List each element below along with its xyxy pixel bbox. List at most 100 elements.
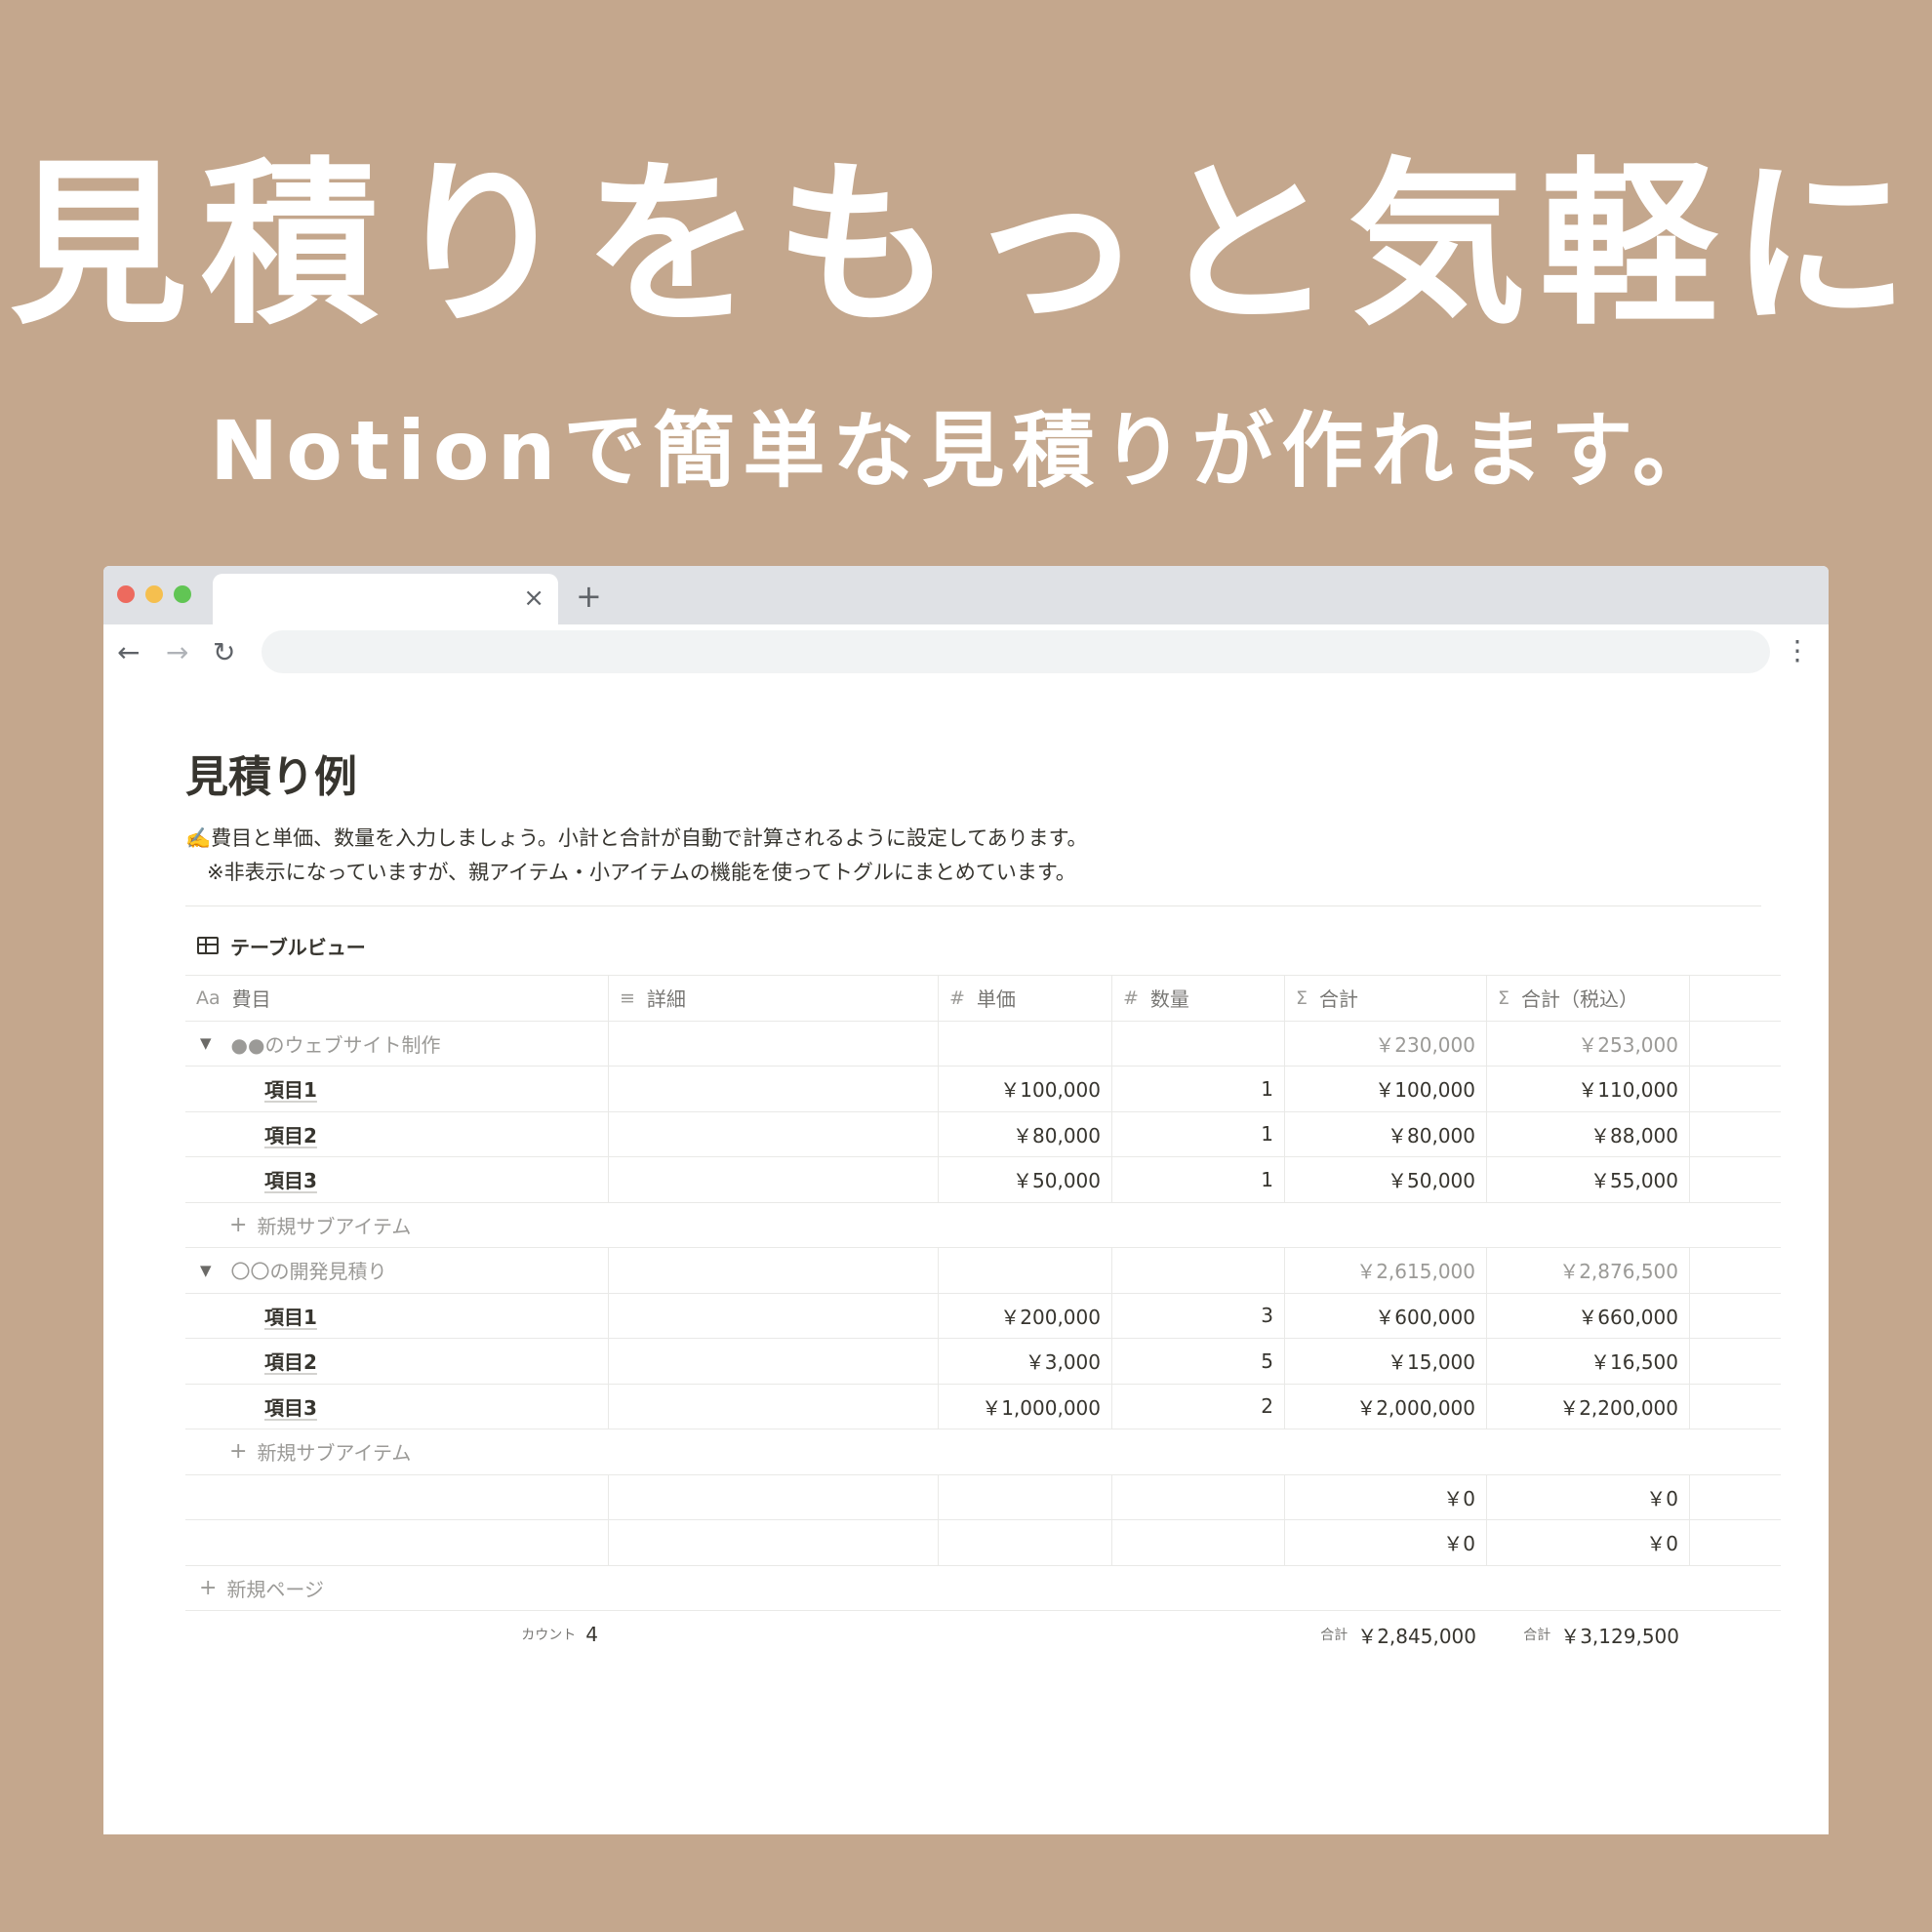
tab-bar: × + (103, 566, 1829, 624)
sum-total-tax: ￥3,129,500 (1560, 1624, 1679, 1648)
item-total: ￥2,000,000 (1285, 1384, 1487, 1429)
add-sub-item-button[interactable]: + 新規サブアイテム (185, 1203, 1781, 1248)
column-label: 数量 (1149, 987, 1189, 1012)
column-spacer (1690, 976, 1781, 1021)
group-name: ●●のウェブサイト制作 (230, 1032, 441, 1057)
item-price[interactable]: ￥3,000 (939, 1339, 1112, 1384)
item-qty[interactable]: 2 (1112, 1384, 1285, 1429)
item-name[interactable]: 項目2 (196, 1120, 317, 1148)
item-name[interactable]: 項目1 (196, 1302, 317, 1330)
menu-icon[interactable]: ⋮ (1784, 634, 1811, 667)
table-header: Aa 費目 ≡ 詳細 # 単価 # 数量 Σ 合計 Σ 合計（税込） (185, 976, 1781, 1022)
group-total: ￥2,615,000 (1285, 1248, 1487, 1293)
item-total: ￥15,000 (1285, 1339, 1487, 1384)
item-name[interactable]: 項目1 (196, 1074, 317, 1103)
sigma-icon: Σ (1498, 986, 1510, 1009)
notion-page: 見積り例 ✍️費目と単価、数量を入力しましょう。小計と合計が自動で計算されるよう… (185, 742, 1786, 1658)
group-total-tax: ￥253,000 (1487, 1021, 1690, 1066)
new-page-label: 新規ページ (226, 1577, 325, 1601)
item-name[interactable]: 項目2 (196, 1347, 317, 1375)
table-footer: カウント 4 合計 ￥2,845,000 合計 ￥3,129,500 (185, 1611, 1781, 1658)
count-value: 4 (585, 1623, 598, 1646)
new-tab-icon[interactable]: + (576, 580, 602, 613)
sum-label: 合計 (1320, 1628, 1348, 1643)
hero-subtitle: Notionで簡単な見積りが作れます。 (209, 403, 1723, 499)
item-total-tax: ￥16,500 (1487, 1339, 1690, 1384)
plus-icon: + (229, 1212, 248, 1237)
table-row[interactable]: 項目1 ￥100,000 1 ￥100,000 ￥110,000 (185, 1067, 1781, 1112)
item-qty[interactable]: 1 (1112, 1067, 1285, 1111)
text-icon: Aa (196, 986, 221, 1009)
table-row-empty[interactable]: ￥0 ￥0 (185, 1520, 1781, 1566)
item-total-tax: ￥2,200,000 (1487, 1384, 1690, 1429)
item-name[interactable]: 項目3 (196, 1392, 317, 1421)
page-description: ✍️費目と単価、数量を入力しましょう。小計と合計が自動で計算されるように設定して… (185, 822, 1786, 890)
item-name[interactable]: 項目3 (196, 1165, 317, 1193)
column-label: 合計 (1319, 987, 1359, 1012)
sum-cell[interactable]: 合計 ￥2,845,000 (1285, 1611, 1487, 1658)
item-total: ￥0 (1285, 1474, 1487, 1519)
item-price[interactable]: ￥200,000 (939, 1293, 1112, 1338)
add-sub-item-label: 新規サブアイテム (257, 1441, 412, 1466)
column-header[interactable]: Σ 合計 (1285, 976, 1487, 1021)
lines-icon: ≡ (620, 986, 635, 1009)
browser-tab[interactable]: × (213, 574, 558, 624)
column-header[interactable]: # 単価 (939, 976, 1112, 1021)
add-sub-item-button[interactable]: + 新規サブアイテム (185, 1429, 1781, 1475)
item-total: ￥600,000 (1285, 1293, 1487, 1338)
url-bar[interactable] (262, 630, 1770, 673)
table-row-empty[interactable]: ￥0 ￥0 (185, 1474, 1781, 1520)
count-cell[interactable]: カウント 4 (185, 1611, 609, 1658)
table-row-parent[interactable]: ▼ ●●のウェブサイト制作 ￥230,000 ￥253,000 (185, 1021, 1781, 1067)
table-row-parent[interactable]: ▼ 〇〇の開発見積り ￥2,615,000 ￥2,876,500 (185, 1248, 1781, 1294)
column-header[interactable]: ≡ 詳細 (609, 976, 939, 1021)
back-icon[interactable]: ← (117, 636, 140, 669)
item-qty[interactable]: 1 (1112, 1157, 1285, 1202)
forward-icon[interactable]: → (166, 636, 188, 669)
table-row[interactable]: 項目3 ￥50,000 1 ￥50,000 ￥55,000 (185, 1157, 1781, 1203)
sum-label: 合計 (1523, 1628, 1551, 1643)
triangle-down-icon[interactable]: ▼ (200, 1262, 212, 1279)
item-total: ￥0 (1285, 1520, 1487, 1565)
item-price[interactable]: ￥1,000,000 (939, 1384, 1112, 1429)
triangle-down-icon[interactable]: ▼ (200, 1034, 212, 1052)
column-header[interactable]: Aa 費目 (185, 976, 609, 1021)
item-price[interactable]: ￥100,000 (939, 1067, 1112, 1111)
description-line: ✍️費目と単価、数量を入力しましょう。小計と合計が自動で計算されるように設定して… (185, 826, 1088, 850)
table-icon (197, 937, 219, 954)
description-line: ※非表示になっていますが、親アイテム・小アイテムの機能を使ってトグルにまとめてい… (207, 861, 1076, 884)
count-label: カウント (521, 1628, 577, 1643)
item-total-tax: ￥660,000 (1487, 1293, 1690, 1338)
group-name: 〇〇の開発見積り (230, 1260, 387, 1284)
nav-bar: ← → ↻ ⋮ (103, 624, 1829, 685)
column-label: 単価 (976, 987, 1016, 1012)
number-icon: # (949, 986, 965, 1009)
item-price[interactable]: ￥80,000 (939, 1111, 1112, 1156)
column-label: 費目 (231, 987, 271, 1012)
close-window-button[interactable] (117, 585, 135, 603)
group-total-tax: ￥2,876,500 (1487, 1248, 1690, 1293)
column-header[interactable]: # 数量 (1112, 976, 1285, 1021)
maximize-window-button[interactable] (174, 585, 191, 603)
new-page-button[interactable]: + 新規ページ (185, 1566, 1781, 1611)
view-tab-label: テーブルビュー (230, 935, 366, 959)
view-tab-table[interactable]: テーブルビュー (185, 928, 1786, 963)
table-row[interactable]: 項目1 ￥200,000 3 ￥600,000 ￥660,000 (185, 1293, 1781, 1339)
sum-cell-tax[interactable]: 合計 ￥3,129,500 (1487, 1611, 1690, 1658)
item-qty[interactable]: 1 (1112, 1111, 1285, 1156)
table-row[interactable]: 項目2 ￥80,000 1 ￥80,000 ￥88,000 (185, 1111, 1781, 1157)
reload-icon[interactable]: ↻ (213, 636, 235, 669)
table-row[interactable]: 項目3 ￥1,000,000 2 ￥2,000,000 ￥2,200,000 (185, 1384, 1781, 1429)
column-header[interactable]: Σ 合計（税込） (1487, 976, 1690, 1021)
item-qty[interactable]: 3 (1112, 1293, 1285, 1338)
group-total: ￥230,000 (1285, 1021, 1487, 1066)
column-label: 詳細 (646, 987, 686, 1012)
minimize-window-button[interactable] (145, 585, 163, 603)
close-icon[interactable]: × (523, 584, 544, 613)
item-total: ￥50,000 (1285, 1157, 1487, 1202)
item-qty[interactable]: 5 (1112, 1339, 1285, 1384)
item-total-tax: ￥55,000 (1487, 1157, 1690, 1202)
item-price[interactable]: ￥50,000 (939, 1157, 1112, 1202)
item-total: ￥80,000 (1285, 1111, 1487, 1156)
table-row[interactable]: 項目2 ￥3,000 5 ￥15,000 ￥16,500 (185, 1339, 1781, 1385)
